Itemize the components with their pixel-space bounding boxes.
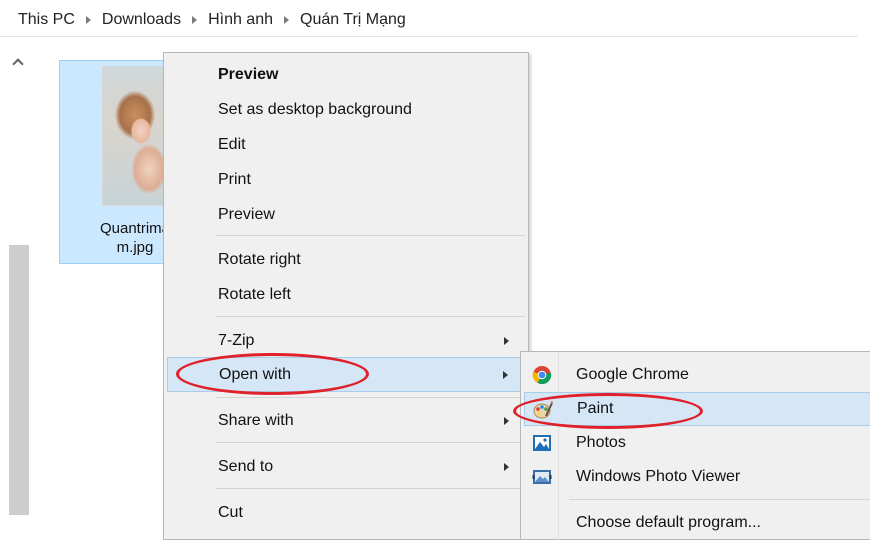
scroll-up-chevron-icon[interactable] — [11, 56, 25, 68]
menu-item-label: Rotate right — [218, 250, 301, 268]
file-thumbnail — [102, 66, 168, 206]
submenu-item-choose-default-program[interactable]: Choose default program... — [524, 506, 870, 540]
menu-item-preview[interactable]: Preview — [167, 197, 525, 232]
menu-item-cut[interactable]: Cut — [167, 495, 525, 530]
breadcrumb: This PC Downloads Hình anh Quán Trị Mạng — [18, 8, 406, 32]
menu-item-preview-default[interactable]: Preview — [167, 57, 525, 92]
menu-item-label: Set as desktop background — [218, 100, 412, 118]
menu-item-open-with[interactable]: Open with — [167, 357, 525, 392]
menu-item-rotate-left[interactable]: Rotate left — [167, 277, 525, 312]
submenu-arrow-icon — [504, 336, 509, 345]
address-divider — [0, 36, 858, 37]
breadcrumb-downloads[interactable]: Downloads — [102, 11, 181, 29]
breadcrumb-hinh-anh[interactable]: Hình anh — [208, 11, 273, 29]
menu-item-edit[interactable]: Edit — [167, 127, 525, 162]
submenu-item-paint[interactable]: Paint — [524, 392, 870, 426]
menu-item-share-with[interactable]: Share with — [167, 403, 525, 438]
menu-separator — [216, 488, 525, 489]
breadcrumb-this-pc[interactable]: This PC — [18, 11, 75, 29]
breadcrumb-quan-tri-mang[interactable]: Quán Trị Mạng — [300, 11, 406, 29]
breadcrumb-chevron-icon — [85, 16, 91, 24]
menu-item-send-to[interactable]: Send to — [167, 449, 525, 484]
submenu-item-label: Photos — [576, 434, 626, 451]
submenu-item-label: Choose default program... — [576, 514, 761, 531]
submenu-item-label: Windows Photo Viewer — [576, 468, 741, 485]
menu-item-print[interactable]: Print — [167, 162, 525, 197]
submenu-arrow-icon — [503, 370, 508, 379]
submenu-separator — [569, 499, 870, 500]
explorer-window: This PC Downloads Hình anh Quán Trị Mạng… — [0, 0, 870, 540]
menu-separator — [216, 235, 525, 236]
menu-item-label: Send to — [218, 457, 274, 475]
paint-icon — [533, 400, 553, 419]
chrome-icon — [532, 366, 552, 385]
menu-item-rotate-right[interactable]: Rotate right — [167, 242, 525, 277]
menu-item-label: Open with — [219, 365, 292, 383]
menu-item-label: 7-Zip — [218, 331, 255, 349]
menu-item-label: Preview — [218, 65, 279, 83]
breadcrumb-chevron-icon — [192, 16, 198, 24]
submenu-item-label: Google Chrome — [576, 366, 689, 383]
submenu-item-windows-photo-viewer[interactable]: Windows Photo Viewer — [524, 460, 870, 494]
breadcrumb-chevron-icon — [284, 16, 289, 24]
menu-separator — [216, 397, 525, 398]
submenu-item-photos[interactable]: Photos — [524, 426, 870, 460]
menu-item-set-desktop-background[interactable]: Set as desktop background — [167, 92, 525, 127]
submenu-arrow-icon — [504, 462, 509, 471]
photo-viewer-icon — [532, 470, 552, 484]
menu-item-label: Edit — [218, 135, 246, 153]
menu-item-label: Share with — [218, 411, 294, 429]
submenu-item-google-chrome[interactable]: Google Chrome — [524, 358, 870, 392]
menu-item-label: Preview — [218, 205, 275, 223]
menu-item-label: Print — [218, 170, 251, 188]
menu-separator — [216, 316, 525, 317]
menu-item-label: Cut — [218, 503, 243, 521]
context-menu: Preview Set as desktop background Edit P… — [163, 52, 529, 540]
open-with-submenu: Google Chrome Paint Photos Windows Photo… — [520, 351, 870, 540]
menu-separator — [216, 442, 525, 443]
submenu-item-label: Paint — [577, 400, 614, 417]
scrollbar-thumb[interactable] — [9, 245, 29, 515]
submenu-arrow-icon — [504, 416, 509, 425]
photos-icon — [533, 435, 551, 451]
menu-item-label: Rotate left — [218, 285, 291, 303]
menu-item-7zip[interactable]: 7-Zip — [167, 323, 525, 358]
